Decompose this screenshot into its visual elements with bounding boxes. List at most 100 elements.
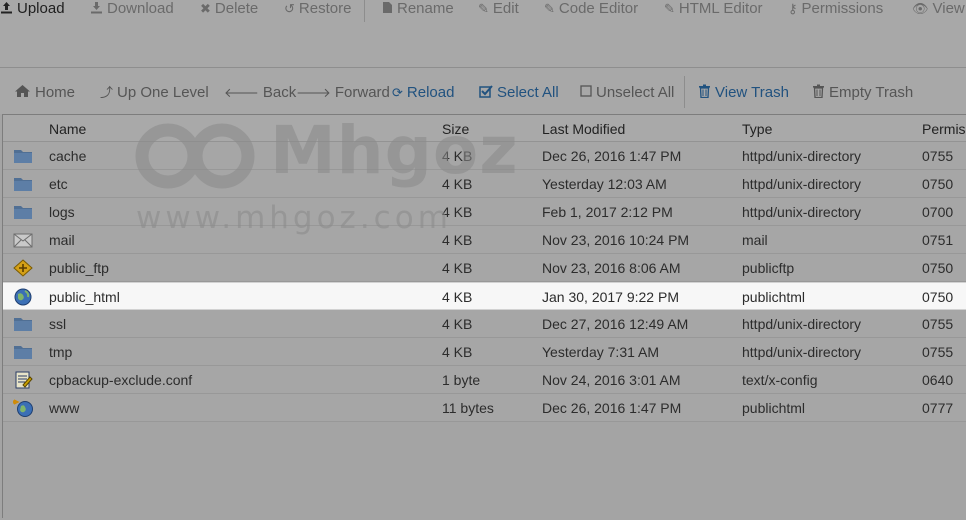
restore-button[interactable]: ↺ Restore — [284, 0, 351, 18]
forward-button[interactable]: 🡒 Forward — [296, 82, 390, 102]
table-row[interactable]: logs 4 KB Feb 1, 2017 2:12 PM httpd/unix… — [3, 198, 966, 226]
globe-link-icon — [10, 399, 33, 417]
folder-icon — [13, 315, 33, 333]
table-row-selected[interactable]: public_html 4 KB Jan 30, 2017 9:22 PM pu… — [3, 282, 966, 310]
file-size: 4 KB — [442, 232, 473, 248]
key-icon: ⚷ — [788, 0, 798, 16]
file-name[interactable]: www — [49, 400, 79, 416]
file-type: publichtml — [742, 400, 806, 416]
view-trash-button[interactable]: View Trash — [698, 82, 789, 102]
file-icon — [382, 1, 393, 16]
unselect-all-button[interactable]: Unselect All — [580, 82, 674, 102]
trash-icon — [698, 84, 711, 100]
delete-button[interactable]: ✖ Delete — [200, 0, 258, 18]
empty-trash-label: Empty Trash — [829, 83, 914, 101]
level-up-icon: ⤴ — [100, 84, 114, 100]
html-editor-button[interactable]: ✎ HTML Editor — [664, 0, 763, 18]
html-editor-label: HTML Editor — [678, 0, 763, 17]
file-type: httpd/unix-directory — [742, 344, 862, 360]
column-header-permissions[interactable]: Permis — [922, 121, 966, 137]
file-name[interactable]: cache — [49, 148, 86, 164]
config-file-icon — [13, 371, 33, 389]
download-button[interactable]: Download — [90, 0, 174, 18]
rename-button[interactable]: Rename — [382, 0, 454, 18]
file-modified: Jan 30, 2017 9:22 PM — [542, 289, 679, 305]
edit-square-icon: ✎ — [544, 0, 555, 16]
back-button[interactable]: 🡐 Back — [224, 82, 296, 102]
trash-icon — [812, 84, 825, 100]
reload-label: Reload — [406, 83, 455, 101]
file-name[interactable]: tmp — [49, 344, 72, 360]
table-row[interactable]: public_ftp 4 KB Nov 23, 2016 8:06 AM pub… — [3, 254, 966, 282]
file-type: publichtml — [742, 289, 806, 305]
file-name[interactable]: public_ftp — [49, 260, 109, 276]
folder-icon — [13, 203, 33, 221]
column-header-last-modified[interactable]: Last Modified — [542, 121, 625, 137]
up-one-level-button[interactable]: ⤴ Up One Level — [100, 82, 209, 102]
file-size: 4 KB — [442, 260, 473, 276]
select-all-button[interactable]: Select All — [479, 82, 559, 102]
table-row[interactable]: cpbackup-exclude.conf 1 byte Nov 24, 201… — [3, 366, 966, 394]
file-permissions: 0755 — [922, 148, 954, 164]
file-name[interactable]: ssl — [49, 316, 66, 332]
table-row[interactable]: cache 4 KB Dec 26, 2016 1:47 PM httpd/un… — [3, 142, 966, 170]
edit-label: Edit — [492, 0, 519, 17]
rename-label: Rename — [397, 0, 454, 17]
file-modified: Nov 23, 2016 8:06 AM — [542, 260, 681, 276]
file-name[interactable]: cpbackup-exclude.conf — [49, 372, 192, 388]
edit-square-icon: ✎ — [664, 0, 675, 16]
restore-label: Restore — [298, 0, 352, 17]
file-size: 1 byte — [442, 372, 481, 388]
file-permissions: 0777 — [922, 400, 954, 416]
file-name[interactable]: public_html — [49, 289, 120, 305]
arrow-right-icon: 🡒 — [296, 84, 331, 100]
file-type: httpd/unix-directory — [742, 316, 862, 332]
empty-trash-button[interactable]: Empty Trash — [812, 82, 913, 102]
file-name[interactable]: mail — [49, 232, 75, 248]
up-one-level-label: Up One Level — [117, 83, 209, 101]
globe-icon — [13, 288, 33, 306]
file-type: httpd/unix-directory — [742, 204, 862, 220]
file-modified: Feb 1, 2017 2:12 PM — [542, 204, 673, 220]
upload-icon — [0, 1, 13, 16]
column-header-name[interactable]: Name — [49, 121, 86, 137]
code-editor-label: Code Editor — [558, 0, 639, 17]
file-permissions: 0700 — [922, 204, 954, 220]
column-header-type[interactable]: Type — [742, 121, 772, 137]
download-label: Download — [107, 0, 174, 17]
table-row[interactable]: mail 4 KB Nov 23, 2016 10:24 PM mail 075… — [3, 226, 966, 254]
file-size: 4 KB — [442, 316, 473, 332]
close-icon: ✖ — [200, 0, 211, 16]
column-header-size[interactable]: Size — [442, 121, 469, 137]
table-row[interactable]: www 11 bytes Dec 26, 2016 1:47 PM public… — [3, 394, 966, 422]
permissions-label: Permissions — [801, 0, 884, 17]
file-permissions: 0755 — [922, 316, 954, 332]
file-list-table: Name Size Last Modified Type Permis cach… — [2, 114, 966, 518]
unselect-all-label: Unselect All — [596, 83, 675, 101]
navigation-bar: Home ⤴ Up One Level 🡐 Back 🡒 Forward ⟳ R… — [0, 68, 966, 114]
file-modified: Dec 26, 2016 1:47 PM — [542, 148, 682, 164]
eye-icon: 👁 — [912, 0, 929, 16]
delete-label: Delete — [214, 0, 259, 17]
table-row[interactable]: ssl 4 KB Dec 27, 2016 12:49 AM httpd/uni… — [3, 310, 966, 338]
file-permissions: 0640 — [922, 372, 954, 388]
view-button[interactable]: 👁 View — [912, 0, 965, 18]
file-modified: Dec 27, 2016 12:49 AM — [542, 316, 689, 332]
empty-checkbox-icon — [580, 85, 592, 99]
file-name[interactable]: etc — [49, 176, 68, 192]
file-type: httpd/unix-directory — [742, 176, 862, 192]
file-permissions: 0750 — [922, 289, 954, 305]
file-name[interactable]: logs — [49, 204, 75, 220]
table-row[interactable]: tmp 4 KB Yesterday 7:31 AM httpd/unix-di… — [3, 338, 966, 366]
code-editor-button[interactable]: ✎ Code Editor — [544, 0, 638, 18]
permissions-button[interactable]: ⚷ Permissions — [788, 0, 883, 18]
table-row[interactable]: etc 4 KB Yesterday 12:03 AM httpd/unix-d… — [3, 170, 966, 198]
file-size: 4 KB — [442, 204, 473, 220]
folder-icon — [13, 175, 33, 193]
home-button[interactable]: Home — [14, 82, 75, 102]
pencil-icon: ✎ — [478, 0, 489, 16]
upload-button[interactable]: Upload — [0, 0, 65, 18]
file-permissions: 0755 — [922, 344, 954, 360]
edit-button[interactable]: ✎ Edit — [478, 0, 519, 18]
reload-button[interactable]: ⟳ Reload — [392, 82, 454, 102]
